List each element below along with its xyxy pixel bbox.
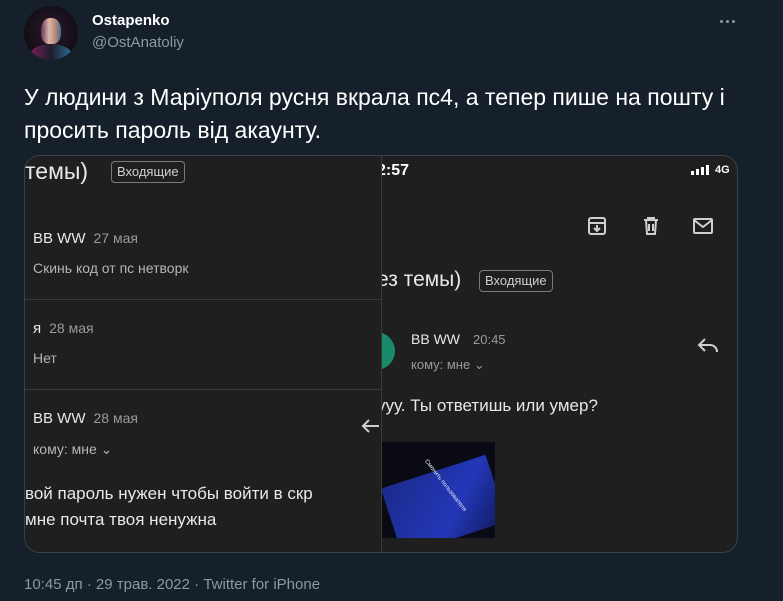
signal-icon xyxy=(691,165,709,175)
email-body-line: вой пароль нужен чтобы войти в скр xyxy=(25,484,313,503)
attachment-thumbnail[interactable]: Сменить пользователя xyxy=(381,442,495,538)
message-sender: я xyxy=(33,320,42,337)
avatar-face xyxy=(41,18,61,44)
avatar[interactable] xyxy=(24,6,78,60)
message-preview: Скинь код от пс нетворк xyxy=(33,260,189,276)
sender-name: BB WW xyxy=(411,331,460,347)
email-subject-left: темы) xyxy=(25,158,89,184)
user-handle[interactable]: @OstAnatoliy xyxy=(92,34,184,51)
tweet-meta[interactable]: 10:45 дп · 29 трав. 2022 · Twitter for i… xyxy=(24,576,320,593)
recipient-line[interactable]: кому: мне ⌄ xyxy=(411,357,485,373)
tweet-text: У людини з Маріуполя русня вкрала пс4, а… xyxy=(24,84,725,143)
label-chip-inbox-left[interactable]: Входящие xyxy=(111,161,185,183)
recipient-line-left[interactable]: кому: мне ⌄ xyxy=(33,441,112,458)
label-chip-inbox[interactable]: Входящие xyxy=(479,270,553,292)
left-screenshot: темы) Входящие BB WW 27 мая Скинь код от … xyxy=(25,156,385,552)
mail-icon[interactable] xyxy=(691,214,715,238)
message-sender: BB WW xyxy=(33,410,86,427)
more-horizontal-icon[interactable] xyxy=(716,10,738,32)
reply-icon[interactable] xyxy=(695,332,721,358)
email-body: ууу. Ты ответишь или умер? xyxy=(377,396,598,415)
message-date: 28 мая xyxy=(49,320,94,336)
sent-time: 20:45 xyxy=(473,332,506,347)
network-type: 4G xyxy=(715,164,730,176)
message-date: 27 мая xyxy=(93,230,138,246)
tweet-media[interactable]: 2:57 4G ез темы) Входящие BB WW 20:45 ко… xyxy=(24,155,738,553)
display-name[interactable]: Ostapenko xyxy=(92,12,170,29)
delete-icon[interactable] xyxy=(639,214,663,238)
message-date: 28 мая xyxy=(93,410,138,426)
thread-message[interactable]: я 28 мая xyxy=(33,320,94,337)
attachment-text: Сменить пользователя xyxy=(423,458,468,513)
message-preview: Нет xyxy=(33,350,57,366)
email-subject: ез темы) xyxy=(377,268,462,291)
message-sender: BB WW xyxy=(33,230,86,247)
email-body-line: мне почта твоя ненужна xyxy=(25,510,217,529)
thread-message[interactable]: BB WW 27 мая xyxy=(33,230,138,247)
thread-message[interactable]: BB WW 28 мая xyxy=(33,410,138,427)
divider xyxy=(25,299,382,300)
avatar-shoulders xyxy=(30,44,72,60)
archive-icon[interactable] xyxy=(585,214,609,238)
reply-icon-left[interactable] xyxy=(359,413,385,439)
divider xyxy=(25,389,382,390)
